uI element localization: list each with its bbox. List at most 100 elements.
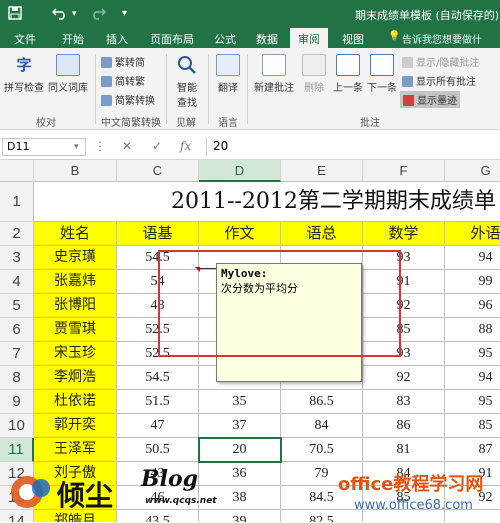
show-all-comments-button[interactable]: 显示所有批注 xyxy=(402,73,476,88)
table-cell[interactable]: 95 xyxy=(445,342,500,366)
undo-icon[interactable] xyxy=(51,6,68,24)
translate-button[interactable]: 翻译 xyxy=(212,54,244,94)
column-header-e[interactable]: E xyxy=(281,160,363,182)
table-cell[interactable]: 99 xyxy=(445,270,500,294)
row-header-8[interactable]: 8 xyxy=(0,366,34,390)
row-header-5[interactable]: 5 xyxy=(0,294,34,318)
table-cell[interactable]: 王泽军 xyxy=(34,438,117,462)
table-cell[interactable]: 88 xyxy=(445,318,500,342)
table-cell[interactable]: 李炯浩 xyxy=(34,366,117,390)
next-label: 下一条 xyxy=(367,83,397,94)
table-cell[interactable]: 96 xyxy=(445,294,500,318)
column-header-g[interactable]: G xyxy=(445,160,500,182)
previous-comment-button[interactable]: 上一条 xyxy=(331,54,365,94)
table-cell[interactable]: 85 xyxy=(445,414,500,438)
tab-review[interactable]: 审阅 xyxy=(290,28,328,48)
header-cell[interactable]: 姓名 xyxy=(34,222,117,246)
table-cell[interactable]: 37 xyxy=(199,414,281,438)
new-comment-button[interactable]: 新建批注 xyxy=(251,54,297,94)
row-header-2[interactable]: 2 xyxy=(0,222,34,246)
select-all-corner[interactable] xyxy=(0,160,34,182)
column-header-b[interactable]: B xyxy=(34,160,117,182)
header-cell[interactable]: 语基 xyxy=(117,222,199,246)
spellcheck-label: 拼写检查 xyxy=(4,83,44,94)
table-cell[interactable]: 史京璜 xyxy=(34,246,117,270)
row-header-4[interactable]: 4 xyxy=(0,270,34,294)
show-ink-button[interactable]: 显示墨迹 xyxy=(400,91,460,108)
tell-me-icon[interactable]: 💡 xyxy=(388,31,400,42)
table-cell[interactable]: 94 xyxy=(445,366,500,390)
column-header-d[interactable]: D xyxy=(199,160,281,182)
row-header-3[interactable]: 3 xyxy=(0,246,34,270)
table-cell[interactable]: 95 xyxy=(445,390,500,414)
thesaurus-button[interactable]: 同义词库 xyxy=(46,54,90,94)
row-header-1[interactable]: 1 xyxy=(0,182,34,222)
table-cell[interactable]: 86 xyxy=(363,414,445,438)
convert-button[interactable]: 简繁转换 xyxy=(101,92,155,107)
blog-watermark: 倾尘 Blog www.qcqs.net xyxy=(5,462,225,520)
next-comment-button[interactable]: 下一条 xyxy=(365,54,399,94)
show-hide-comment-button[interactable]: 显示/隐藏批注 xyxy=(402,54,479,69)
table-cell[interactable]: 83 xyxy=(363,390,445,414)
tab-file[interactable]: 文件 xyxy=(14,31,36,47)
ink-icon xyxy=(403,95,414,106)
undo-dropdown-icon[interactable]: ▾ xyxy=(72,9,77,19)
column-header-f[interactable]: F xyxy=(363,160,445,182)
table-cell[interactable]: 郭开奕 xyxy=(34,414,117,438)
table-cell[interactable]: 张博阳 xyxy=(34,294,117,318)
table-cell[interactable]: 84 xyxy=(281,414,363,438)
row-header-7[interactable]: 7 xyxy=(0,342,34,366)
table-cell[interactable]: 94 xyxy=(445,246,500,270)
table-cell[interactable]: 杜依诺 xyxy=(34,390,117,414)
cancel-icon[interactable]: ✕ xyxy=(122,139,132,153)
tab-formulas[interactable]: 公式 xyxy=(214,31,236,47)
insert-function-icon[interactable]: fx xyxy=(180,139,191,153)
table-cell[interactable]: 50.5 xyxy=(117,438,199,462)
header-cell[interactable]: 外语 xyxy=(445,222,500,246)
spellcheck-button[interactable]: 字 拼写检查 xyxy=(4,54,44,94)
delete-comment-button[interactable]: 删除 xyxy=(299,54,329,94)
save-icon[interactable] xyxy=(8,6,22,24)
active-cell-border xyxy=(198,437,282,463)
tab-data[interactable]: 数据 xyxy=(256,31,278,47)
to-simplified-label: 简转繁 xyxy=(115,77,145,88)
table-cell[interactable]: 35 xyxy=(199,390,281,414)
header-cell[interactable]: 数学 xyxy=(363,222,445,246)
enter-icon[interactable]: ✓ xyxy=(152,139,162,153)
table-cell[interactable]: 81 xyxy=(363,438,445,462)
tab-page-layout[interactable]: 页面布局 xyxy=(150,31,194,47)
column-header-c[interactable]: C xyxy=(117,160,199,182)
smart-lookup-label: 智能 xyxy=(177,83,197,94)
site-watermark-url: www.office68.com xyxy=(354,498,473,513)
table-cell[interactable]: 张嘉炜 xyxy=(34,270,117,294)
row-header-11[interactable]: 11 xyxy=(0,438,34,462)
table-cell[interactable]: 贾雪琪 xyxy=(34,318,117,342)
table-cell[interactable]: 54.5 xyxy=(117,366,199,390)
tab-insert[interactable]: 插入 xyxy=(106,31,128,47)
blog-watermark-blog: Blog xyxy=(141,466,199,492)
table-cell[interactable]: 47 xyxy=(117,414,199,438)
translate-icon xyxy=(216,54,240,76)
redo-icon[interactable] xyxy=(90,6,107,24)
to-simplified-button[interactable]: 简转繁 xyxy=(101,73,145,88)
smart-lookup-button[interactable]: 智能 查找 xyxy=(170,54,204,109)
table-cell[interactable]: 86.5 xyxy=(281,390,363,414)
table-cell[interactable]: 70.5 xyxy=(281,438,363,462)
header-cell[interactable]: 作文 xyxy=(199,222,281,246)
formula-input[interactable]: 20 xyxy=(206,138,498,156)
row-header-6[interactable]: 6 xyxy=(0,318,34,342)
to-traditional-button[interactable]: 繁转简 xyxy=(101,54,145,69)
table-cell[interactable]: 92 xyxy=(363,366,445,390)
tab-home[interactable]: 开始 xyxy=(62,31,84,47)
row-header-10[interactable]: 10 xyxy=(0,414,34,438)
header-cell[interactable]: 语总 xyxy=(281,222,363,246)
previous-comment-icon xyxy=(336,54,360,76)
table-cell[interactable]: 51.5 xyxy=(117,390,199,414)
name-box-dropdown-icon[interactable]: ▾ xyxy=(74,142,79,152)
table-cell[interactable]: 宋玉珍 xyxy=(34,342,117,366)
tab-view[interactable]: 视图 xyxy=(342,31,364,47)
row-header-9[interactable]: 9 xyxy=(0,390,34,414)
table-cell[interactable]: 87 xyxy=(445,438,500,462)
customize-icon[interactable]: ▾ xyxy=(122,8,127,19)
sheet-title-cell[interactable]: 2011--2012第二学期期末成绩单 xyxy=(34,182,500,222)
